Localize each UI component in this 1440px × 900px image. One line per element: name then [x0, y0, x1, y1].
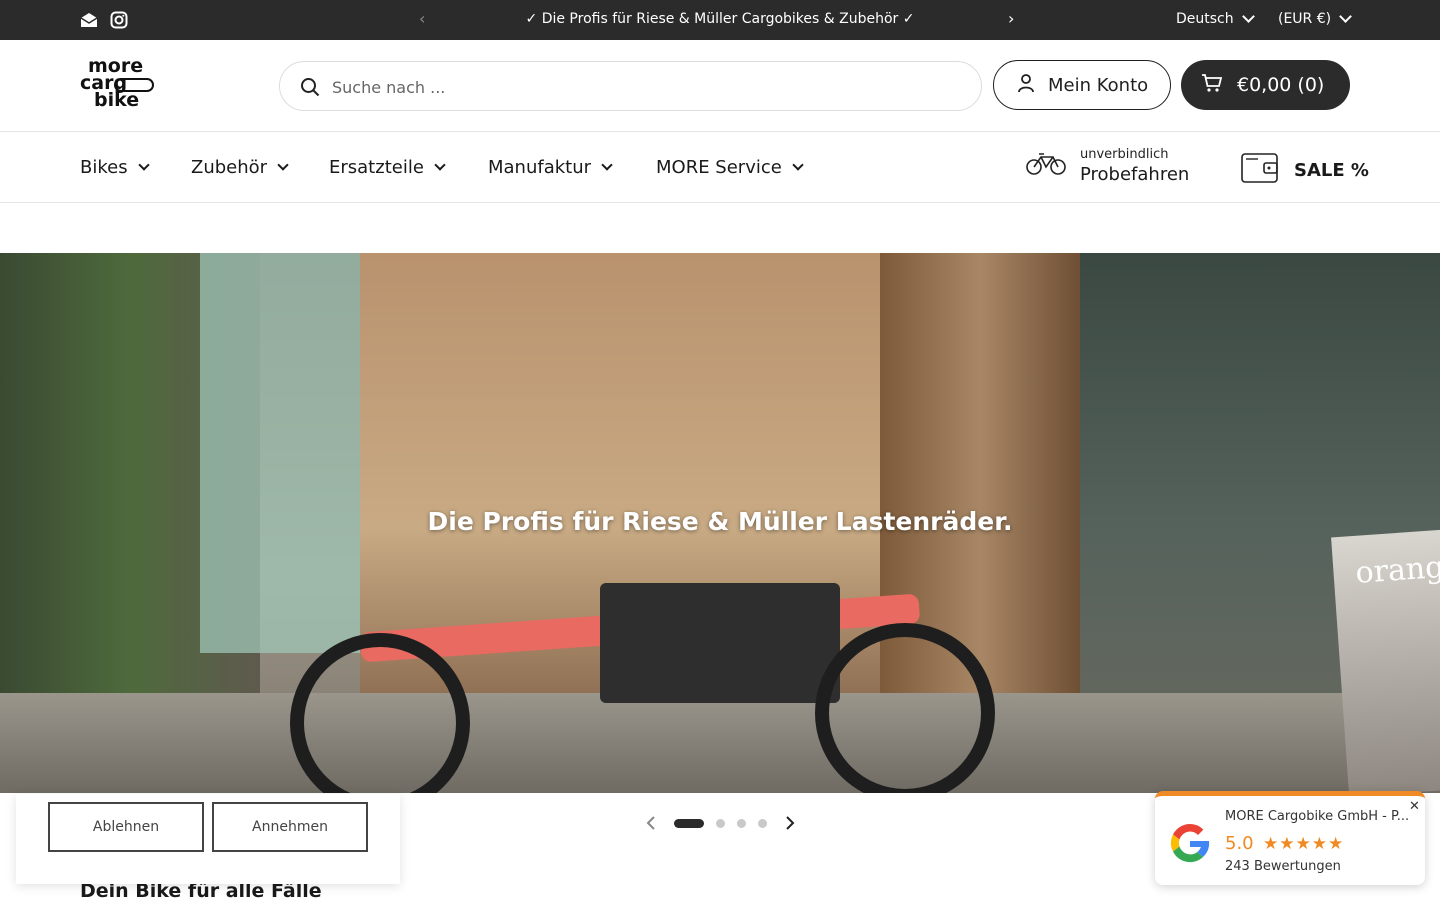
currency-label: (EUR €) [1278, 11, 1332, 27]
slider-dot-4[interactable] [758, 818, 767, 828]
language-label: Deutsch [1176, 11, 1234, 27]
announcement-next-button[interactable]: › [1008, 9, 1014, 28]
hero-sign-text: orang [1354, 549, 1440, 591]
nav-item-zubehoer[interactable]: Zubehör [191, 157, 289, 178]
cart-icon [1201, 73, 1223, 98]
announcement-prev-button[interactable]: ‹ [419, 9, 425, 28]
nav-item-label: Zubehör [191, 157, 268, 178]
language-selector[interactable]: Deutsch [1176, 10, 1255, 27]
search-input[interactable] [332, 74, 932, 100]
google-review-widget[interactable]: MORE Cargobike GmbH - P... 5.0 ★★★★★ 243… [1155, 791, 1425, 885]
chevron-down-icon [1339, 10, 1352, 23]
mail-icon[interactable] [80, 11, 98, 29]
main-navigation: Bikes Zubehör Ersatzteile Manufaktur MOR… [0, 133, 1440, 203]
sale-label: SALE % [1294, 160, 1369, 181]
logo-pill-shape [114, 78, 154, 92]
nav-item-manufaktur[interactable]: Manufaktur [488, 157, 613, 178]
nav-item-ersatzteile[interactable]: Ersatzteile [329, 157, 446, 178]
user-icon [1016, 73, 1036, 98]
hero-image-sign: orang [1331, 529, 1440, 793]
search-icon[interactable] [300, 77, 320, 97]
account-label: Mein Konto [1048, 74, 1149, 96]
close-icon[interactable]: ✕ [1409, 799, 1420, 814]
slider-dot-3[interactable] [737, 818, 746, 828]
chevron-down-icon [601, 159, 613, 171]
logo[interactable]: more carg bike [80, 57, 160, 114]
review-company-name: MORE Cargobike GmbH - P... [1225, 809, 1410, 824]
chevron-down-icon [277, 159, 289, 171]
test-ride-title: Probefahren [1080, 164, 1190, 185]
hero-image-front-wheel [815, 623, 995, 793]
site-header: more carg bike Mein Konto €0,00 (0) [0, 40, 1440, 132]
hero-banner[interactable]: orang Die Profis für Riese & Müller Last… [0, 253, 1440, 793]
nav-item-label: Bikes [80, 157, 128, 178]
logo-line-3: bike [94, 89, 140, 111]
hero-image-ground [0, 693, 1440, 793]
review-stars: ★★★★★ [1263, 834, 1345, 854]
social-links [80, 11, 128, 29]
search-bar [279, 61, 982, 111]
announcement-bar: ‹ ✓ Die Profis für Riese & Müller Cargob… [0, 0, 1440, 40]
cookie-accept-button[interactable]: Annehmen [212, 802, 368, 852]
test-ride-text: unverbindlich Probefahren [1080, 147, 1189, 185]
bicycle-icon [1026, 152, 1066, 180]
slider-next-button[interactable] [779, 812, 801, 834]
test-ride-subtitle: unverbindlich [1080, 147, 1169, 162]
slider-dot-2[interactable] [716, 818, 725, 828]
slider-controls [640, 812, 801, 834]
nav-item-label: Manufaktur [488, 157, 592, 178]
slider-dot-1[interactable] [674, 818, 704, 828]
hero-caption: Die Profis für Riese & Müller Lastenräde… [427, 507, 1013, 536]
logo-line-2: carg [80, 74, 160, 93]
cart-button[interactable]: €0,00 (0) [1181, 60, 1350, 110]
wallet-icon [1240, 151, 1280, 190]
chevron-down-icon [137, 159, 150, 171]
nav-item-bikes[interactable]: Bikes [80, 157, 150, 178]
slider-prev-button[interactable] [640, 812, 662, 834]
currency-selector[interactable]: (EUR €) [1278, 10, 1352, 27]
cart-label: €0,00 (0) [1237, 74, 1325, 96]
chevron-down-icon [792, 159, 804, 171]
chevron-down-icon [1241, 10, 1255, 23]
nav-item-more-service[interactable]: MORE Service [656, 157, 804, 178]
hero-image-cargo-box [600, 583, 840, 703]
sale-link[interactable]: SALE % [1240, 151, 1369, 190]
hero-image-door [200, 253, 360, 653]
nav-item-label: MORE Service [656, 157, 782, 178]
test-ride-link[interactable]: unverbindlich Probefahren [1026, 147, 1189, 185]
chevron-down-icon [434, 159, 446, 171]
nav-item-label: Ersatzteile [329, 157, 424, 178]
cookie-reject-button[interactable]: Ablehnen [48, 802, 204, 852]
account-button[interactable]: Mein Konto [993, 60, 1171, 110]
announcement-text: ✓ Die Profis für Riese & Müller Cargobik… [525, 11, 915, 27]
review-count: 243 Bewertungen [1225, 859, 1341, 874]
instagram-icon[interactable] [110, 11, 128, 29]
google-logo-icon [1167, 820, 1213, 866]
review-score: 5.0 [1225, 833, 1254, 854]
cookie-banner: Ablehnen Annehmen [16, 794, 400, 884]
